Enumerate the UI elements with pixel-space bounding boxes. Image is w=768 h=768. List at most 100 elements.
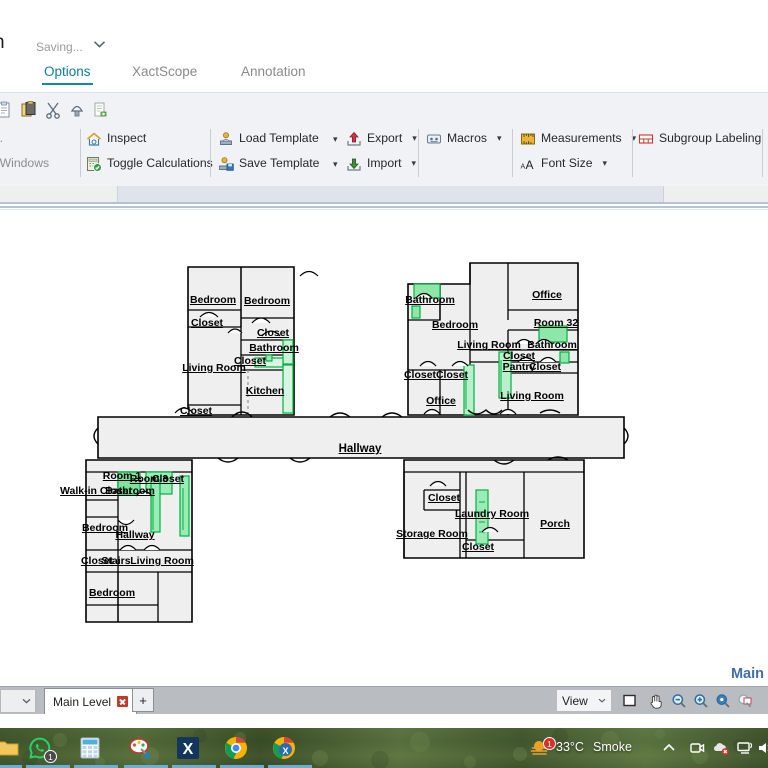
view-dropdown[interactable]: View	[556, 689, 612, 712]
zoom-window-icon[interactable]	[734, 690, 756, 711]
show-hidden-chevron-icon[interactable]	[660, 739, 678, 757]
chevron-down-icon	[598, 696, 606, 705]
room-label[interactable]: Bathroom	[249, 342, 299, 354]
pan-hand-icon[interactable]	[645, 690, 667, 711]
room-label[interactable]: Bedroom	[244, 295, 290, 307]
room-label[interactable]: Living Room	[182, 362, 246, 374]
close-level-icon[interactable]	[117, 696, 129, 707]
paint-icon[interactable]	[128, 736, 152, 760]
room-label[interactable]: Closet	[191, 317, 223, 329]
weather-condition-text[interactable]: Smoke	[593, 740, 632, 754]
svg-text:X: X	[183, 741, 194, 758]
ribbon-tab-bar: Options XactScope Annotation	[0, 58, 768, 92]
room-label[interactable]: Hallway	[115, 529, 154, 541]
room-label[interactable]: Closet	[404, 369, 436, 381]
chevron-down-icon	[22, 697, 31, 706]
level-tab-bar: Main Level + View	[0, 686, 768, 714]
xactimate-x-icon[interactable]: X	[176, 736, 200, 760]
room-label[interactable]: Kitchen	[246, 385, 285, 397]
chevron-down-icon[interactable]	[93, 38, 106, 51]
load-template-caret-icon[interactable]: ▾	[333, 135, 338, 144]
zoom-out-icon[interactable]	[668, 690, 690, 711]
options-item-2[interactable]: uts Windows	[0, 152, 51, 175]
inspect-label: Inspect	[107, 131, 147, 146]
room-label[interactable]: Bedroom	[190, 294, 236, 306]
subgroup-labeling-button[interactable]: Subgroup Labeling ▾	[636, 127, 768, 150]
toggle-calculations-label: Toggle Calculations	[107, 156, 213, 171]
room-label[interactable]: Stairs	[101, 555, 130, 567]
chrome-x-icon[interactable]: X	[272, 736, 296, 760]
save-template-caret-icon[interactable]: ▾	[333, 160, 338, 169]
room-label[interactable]: Bedroom	[89, 587, 135, 599]
toolbar-segment[interactable]	[117, 186, 664, 202]
temperature-text[interactable]: 33°C	[556, 740, 584, 754]
tab-xactscope[interactable]: XactScope	[128, 62, 201, 85]
paste-icon[interactable]	[0, 101, 14, 119]
ribbon-group-transfer: Export ▾ Import ▾	[344, 127, 434, 179]
level-dropdown-button[interactable]	[0, 689, 36, 713]
room-label[interactable]: Office	[426, 395, 456, 407]
load-template-icon	[218, 131, 234, 147]
explorer-folder-icon[interactable]	[0, 736, 20, 760]
toggle-calculations-button[interactable]: Toggle Calculations	[84, 152, 215, 175]
add-level-button[interactable]: +	[132, 688, 154, 712]
ribbon-group-labels: Measurements ▾ A A Font Size ▾	[518, 127, 637, 179]
room-label[interactable]: Bathroom	[105, 485, 155, 497]
cut-icon[interactable]	[44, 101, 62, 119]
import-button[interactable]: Import ▾	[344, 152, 418, 175]
room-label[interactable]: Storage Room	[396, 528, 468, 540]
tab-options[interactable]: Options	[40, 62, 95, 85]
chrome-icon[interactable]	[224, 736, 248, 760]
room-label[interactable]: Bedroom	[432, 319, 478, 331]
level-tab-label: Main Level	[53, 694, 112, 709]
zoom-in-icon[interactable]	[690, 690, 712, 711]
paste-special-icon[interactable]	[92, 101, 110, 119]
room-label[interactable]: Living Room	[130, 555, 194, 567]
level-tab-main-level[interactable]: Main Level	[44, 688, 138, 714]
volume-icon[interactable]	[757, 739, 768, 757]
measurements-button[interactable]: Measurements ▾	[518, 127, 638, 150]
status-area	[0, 662, 768, 686]
inspect-button[interactable]: Inspect	[84, 127, 148, 150]
macros-caret-icon[interactable]: ▾	[497, 134, 502, 143]
network-icon[interactable]	[736, 739, 754, 757]
macros-button[interactable]: Macros ▾	[424, 127, 504, 150]
room-label-hallway[interactable]: Hallway	[339, 443, 382, 455]
camera-icon[interactable]	[688, 739, 706, 757]
room-label[interactable]: Office	[532, 289, 562, 301]
save-template-button[interactable]: Save Template ▾	[216, 152, 338, 175]
ribbon-group-tools: Inspect Toggle Calculations	[84, 127, 213, 179]
room-label[interactable]: Closet	[257, 327, 289, 339]
import-down-arrow-icon	[346, 156, 362, 172]
select-rect-icon[interactable]	[618, 690, 640, 711]
export-caret-icon[interactable]: ▾	[412, 134, 417, 143]
font-size-caret-icon[interactable]: ▾	[602, 159, 607, 168]
room-label[interactable]: Living Room	[500, 390, 564, 402]
export-button[interactable]: Export ▾	[344, 127, 419, 150]
tab-annotation[interactable]: Annotation	[237, 62, 310, 85]
font-size-button[interactable]: A A Font Size ▾	[518, 152, 609, 175]
room-label[interactable]: Closet	[529, 361, 561, 373]
floor-plan-canvas[interactable]: Bedroom Bedroom Closet Closet Bathroom C…	[0, 210, 768, 662]
room-label[interactable]: Closet	[152, 473, 184, 485]
taskbar-wallpaper	[0, 728, 768, 768]
zoom-fit-icon[interactable]	[712, 690, 734, 711]
options-item-1[interactable]: es...	[0, 127, 5, 150]
load-template-button[interactable]: Load Template ▾	[216, 127, 338, 150]
macros-icon	[426, 131, 442, 147]
import-caret-icon[interactable]: ▾	[412, 159, 417, 168]
room-label[interactable]: Closet	[428, 492, 460, 504]
format-painter-icon[interactable]	[68, 101, 86, 119]
copy-icon[interactable]	[20, 101, 38, 119]
room-label[interactable]: Closet	[462, 541, 494, 553]
room-label[interactable]: Porch	[540, 518, 570, 530]
room-label[interactable]: Closet	[180, 405, 212, 417]
onedrive-error-icon[interactable]	[712, 739, 730, 757]
calculator-icon[interactable]	[78, 736, 102, 760]
saving-status: Saving...	[36, 40, 83, 54]
room-label[interactable]: Closet	[436, 369, 468, 381]
room-label[interactable]: Room 32	[534, 317, 578, 329]
room-label[interactable]: Bathroom	[405, 294, 455, 306]
ruler-icon	[520, 131, 536, 147]
room-label[interactable]: Laundry Room	[455, 508, 529, 520]
